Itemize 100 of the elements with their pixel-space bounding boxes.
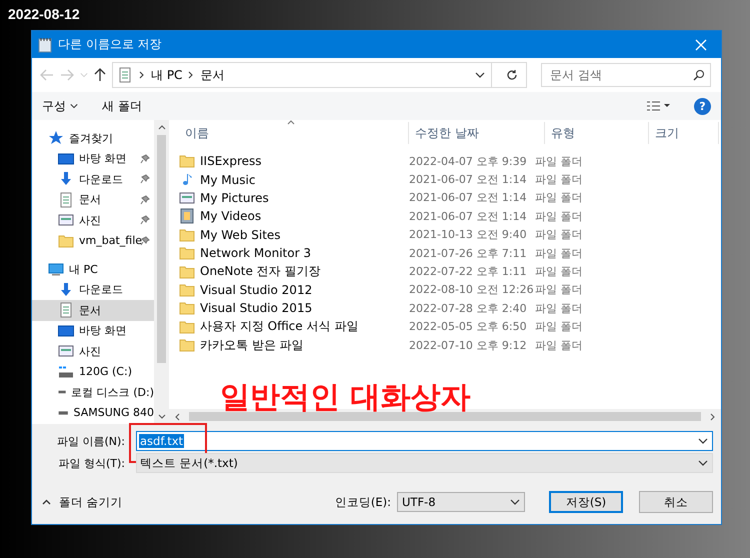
navigation-item[interactable]: 다운로드	[32, 169, 154, 190]
picture-icon	[58, 343, 74, 360]
chevron-right-icon	[188, 71, 194, 79]
file-name-field[interactable]: asdf.txt	[136, 431, 713, 451]
save-button[interactable]: 저장(S)	[549, 491, 623, 513]
navigation-item[interactable]: 다운로드	[32, 280, 154, 300]
type-cell-text: 파일 폴더	[535, 190, 584, 206]
column-header[interactable]: 수정한 날짜	[409, 122, 545, 144]
file-name-cell[interactable]: 카카오톡 받은 파일	[179, 336, 409, 354]
date-cell-text: 2022-07-22 오후 1:11	[409, 264, 528, 280]
folder-icon	[179, 153, 195, 170]
view-options-button[interactable]	[646, 100, 670, 112]
date-cell-text: 2022-07-10 오후 9:12	[409, 338, 528, 353]
search-icon	[693, 69, 705, 81]
dropdown-caret-icon	[510, 497, 520, 507]
history-dropdown-button[interactable]	[475, 70, 485, 80]
navigation-item[interactable]: 문서	[32, 190, 154, 210]
chevron-down-icon	[475, 70, 485, 80]
navigation-item[interactable]: SAMSUNG 840	[32, 402, 154, 423]
folder-icon	[179, 318, 195, 335]
navigation-item[interactable]: 내 PC	[32, 259, 154, 280]
file-name-cell[interactable]: Visual Studio 2012	[179, 282, 409, 298]
date-cell-text: 2022-04-07 오후 9:39	[409, 154, 528, 169]
file-name-cell[interactable]: Visual Studio 2015	[179, 300, 409, 316]
navigation-item[interactable]: 로컬 디스크 (D:)	[32, 382, 154, 402]
navigation-item[interactable]: 문서	[32, 300, 154, 320]
chevron-up-icon	[158, 123, 166, 131]
column-header[interactable]: 유형	[545, 122, 649, 144]
cancel-button[interactable]: 취소	[639, 491, 713, 513]
annotation-text: 일반적인 대화상자	[220, 379, 470, 417]
folder-icon	[179, 226, 195, 243]
caret-icon	[70, 102, 78, 110]
file-name-cell[interactable]: IISExpress	[179, 153, 409, 170]
date-cell-text: 2021-07-26 오후 7:11	[409, 246, 528, 261]
date-caption: 2022-08-12	[7, 5, 81, 24]
file-name-cell[interactable]: My Music	[179, 172, 409, 188]
folder-icon	[179, 337, 195, 354]
field-label: 파일 형식(T):	[57, 456, 126, 470]
chevron-right-icon	[139, 71, 145, 79]
dropdown-caret-icon	[698, 436, 708, 446]
navigation-item[interactable]: 즐겨찾기	[32, 128, 154, 148]
column-header[interactable]: 크기	[649, 122, 719, 144]
search-field[interactable]: 문서 검색	[541, 63, 711, 87]
address-bar[interactable]: 내 PC 문서	[112, 62, 527, 88]
type-cell-text: 파일 폴더	[535, 227, 584, 242]
column-header[interactable]: 이름	[179, 122, 409, 144]
type-cell-text: 파일 폴더	[535, 208, 584, 224]
file-name-cell[interactable]: My Videos	[179, 208, 409, 224]
date-cell-text: 2022-07-28 오후 2:40	[409, 300, 528, 316]
document-icon	[58, 302, 74, 318]
navigation-item[interactable]: vm_bat_file	[32, 230, 154, 251]
right-arrow-icon	[60, 69, 74, 81]
date-cell: 2022-08-10 오전 12:26	[409, 282, 535, 298]
breadcrumb-item[interactable]: 내 PC	[151, 66, 182, 84]
folder-icon	[179, 300, 195, 316]
navigation-item[interactable]: 바탕 화면	[32, 148, 154, 169]
file-name-cell[interactable]: 사용자 지정 Office 서식 파일	[179, 318, 409, 336]
folder-icon	[179, 245, 195, 262]
type-cell-text: 파일 폴더	[535, 338, 584, 353]
file-name-cell[interactable]: Network Monitor 3	[179, 245, 409, 262]
vertical-scrollbar[interactable]	[154, 120, 169, 424]
monitor-icon	[58, 322, 74, 339]
file-type-dropdown[interactable]: 텍스트 문서(*.txt)	[136, 453, 713, 473]
organize-button[interactable]: 구성	[42, 98, 78, 114]
hide-folders-button[interactable]: 폴더 숨기기	[42, 494, 123, 510]
window-title: 다른 이름으로 저장	[58, 36, 163, 53]
navigation-item[interactable]: 사진	[32, 210, 154, 230]
film-icon	[179, 208, 195, 224]
type-cell-text: 파일 폴더	[535, 264, 584, 280]
file-name-cell[interactable]: My Web Sites	[179, 226, 409, 243]
chevron-down-icon	[158, 413, 166, 421]
chevron-right-icon	[709, 412, 717, 420]
file-name-cell[interactable]: My Pictures	[179, 190, 409, 206]
date-cell-text: 2021-06-07 오전 1:14	[409, 190, 528, 206]
help-button[interactable]: ?	[694, 98, 711, 114]
chevron-left-icon	[173, 412, 181, 420]
drive-icon	[58, 410, 69, 416]
navigation-item[interactable]: 120G (C:)	[32, 362, 154, 382]
folder-icon	[179, 282, 195, 298]
encoding-label: 인코딩(E):	[334, 494, 391, 510]
file-name-cell[interactable]: OneNote 전자 필기장	[179, 263, 409, 280]
picture-icon	[179, 190, 195, 206]
type-cell-text: 파일 폴더	[535, 300, 584, 316]
navigation-item[interactable]: 사진	[32, 341, 154, 362]
dropdown-caret-icon	[698, 458, 708, 468]
type-cell-text: 파일 폴더	[535, 172, 584, 188]
folder-icon	[179, 264, 195, 280]
folder-icon	[58, 232, 74, 249]
breadcrumb-item[interactable]: 문서	[200, 66, 224, 84]
new-folder-button[interactable]: 새 폴더	[102, 98, 142, 114]
encoding-dropdown[interactable]: UTF-8	[397, 492, 525, 512]
document-icon	[117, 67, 133, 83]
navigation-item[interactable]: 바탕 화면	[32, 320, 154, 341]
down-arrow-icon	[58, 171, 74, 188]
up-button[interactable]	[94, 68, 106, 82]
drive-icon	[58, 366, 74, 378]
monitor-icon	[58, 150, 74, 167]
up-arrow-icon	[94, 68, 106, 82]
date-cell-text: 2021-06-07 오전 1:14	[409, 208, 528, 224]
type-cell-text: 파일 폴더	[535, 246, 584, 261]
